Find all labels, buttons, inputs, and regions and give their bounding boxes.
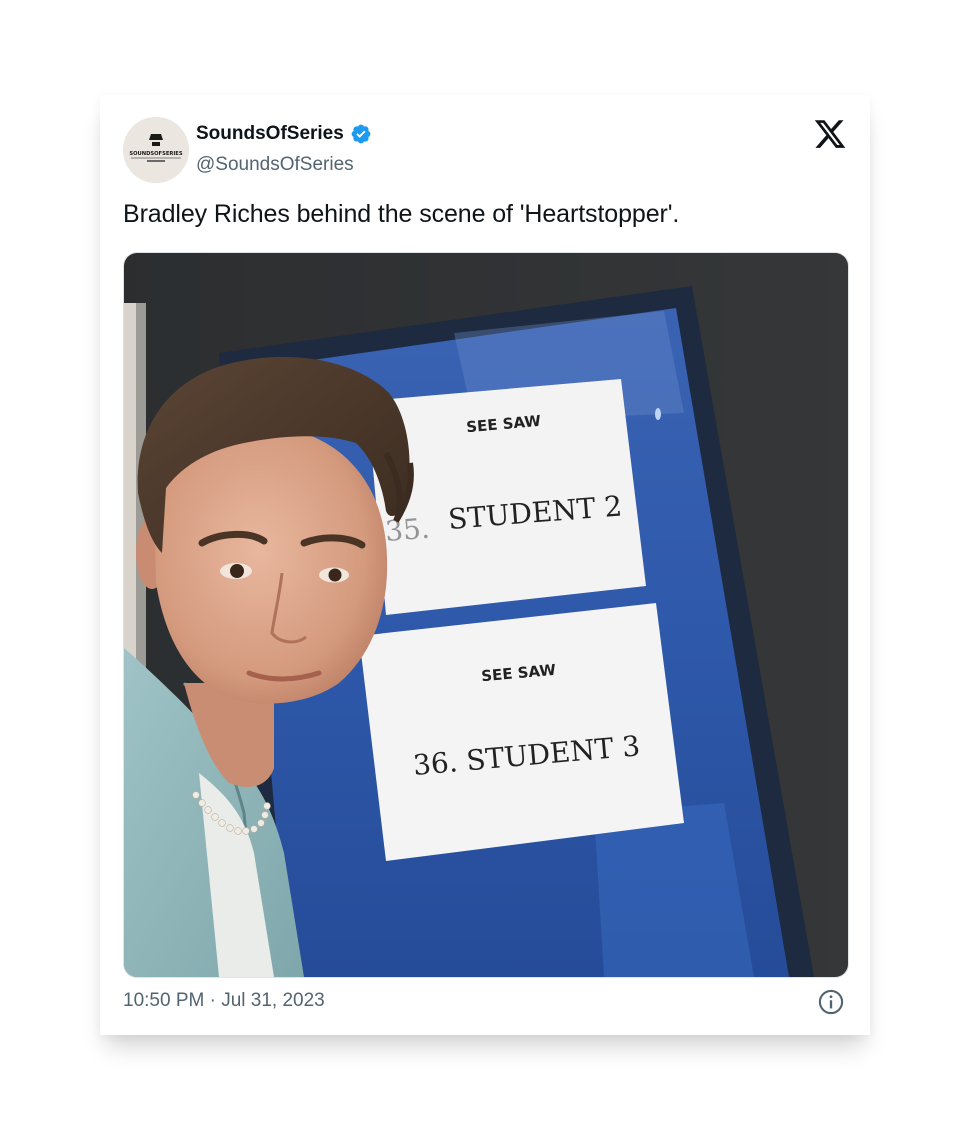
avatar[interactable]: SOUNDSOFSERIES (123, 117, 189, 183)
display-name-text: SoundsOfSeries (196, 123, 344, 144)
avatar-logo: SOUNDSOFSERIES (123, 117, 189, 183)
tweet-text: Bradley Riches behind the scene of 'Hear… (123, 200, 680, 228)
sign-student-3: SEE SAW 36. STUDENT 3 (359, 603, 684, 861)
display-name[interactable]: SoundsOfSeries (196, 123, 372, 145)
tweet-media-photo[interactable]: SEE SAW STUDENT 2 35. SEE SAW 36. STUDEN… (123, 252, 849, 978)
x-logo-icon[interactable] (813, 117, 847, 151)
user-handle[interactable]: @SoundsOfSeries (196, 154, 354, 176)
tweet-card: SOUNDSOFSERIES SoundsOfSeries @SoundsOfS… (100, 95, 870, 1035)
photo-scene: SEE SAW STUDENT 2 35. SEE SAW 36. STUDEN… (124, 253, 848, 977)
info-icon[interactable] (817, 988, 845, 1016)
tweet-timestamp[interactable]: 10:50 PM · Jul 31, 2023 (123, 990, 325, 1012)
sign-top-partial: 35. (384, 512, 431, 548)
verified-badge-icon (351, 124, 371, 144)
svg-text:SOUNDSOFSERIES: SOUNDSOFSERIES (129, 151, 182, 157)
